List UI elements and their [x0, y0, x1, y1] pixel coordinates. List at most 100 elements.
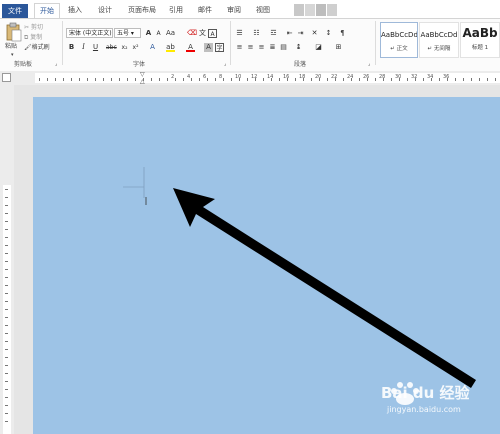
ribbon: 粘贴 ▾ ✂ 剪切 ⧉ 复制 🖌格式刷 剪贴板 ⌟ 宋体 (中文正文) 五号 ▾… — [0, 18, 500, 72]
line-spacing-icon[interactable]: ↨ — [294, 43, 303, 52]
multilevel-list-icon[interactable]: ☲ — [269, 29, 278, 38]
ruler-tick — [5, 285, 8, 286]
superscript-icon[interactable]: x² — [131, 43, 140, 52]
tab-mailings[interactable]: 邮件 — [194, 3, 216, 18]
copy-label: 复制 — [30, 34, 43, 41]
ruler-tick — [79, 78, 80, 81]
ruler-tick — [87, 78, 88, 81]
font-group-label: 字体 — [133, 61, 146, 68]
grow-font-icon[interactable]: A — [144, 29, 153, 38]
font-size-value: 五号 — [117, 30, 130, 37]
left-indent-icon[interactable]: △ — [140, 78, 145, 85]
ruler-scale: 2 4 6 8 10 12 14 16 18 20 22 24 26 28 30 32 34 36 — [35, 73, 500, 83]
font-name-combo[interactable]: 宋体 (中文正文) — [66, 28, 113, 38]
show-marks-icon[interactable]: ¶ — [338, 29, 347, 38]
tab-insert[interactable]: 插入 — [64, 3, 86, 18]
style-heading-1[interactable]: AaBb 标题 1 — [460, 22, 500, 58]
underline-icon[interactable]: U — [91, 43, 100, 52]
ruler-number: 16 — [283, 74, 290, 80]
ruler-number: 28 — [379, 74, 386, 80]
text-effects-icon[interactable]: A — [148, 43, 157, 52]
tab-page-layout[interactable]: 页面布局 — [123, 3, 161, 18]
tab-references[interactable]: 引用 — [165, 3, 187, 18]
group-divider — [375, 21, 376, 65]
style-no-spacing[interactable]: AaBbCcDd ↵ 无间隔 — [419, 22, 459, 58]
increase-indent-icon[interactable]: ⇥ — [296, 29, 305, 38]
align-center-icon[interactable]: ≡ — [246, 43, 255, 52]
format-painter-button[interactable]: 🖌格式刷 — [24, 43, 50, 52]
ruler-tick — [215, 78, 216, 81]
ruler-tick — [5, 237, 8, 238]
ruler-tick — [423, 78, 424, 81]
ruler-tick — [471, 78, 472, 81]
tab-view[interactable]: 视图 — [252, 3, 274, 18]
bold-icon[interactable]: B — [67, 43, 76, 52]
sort-icon[interactable]: ↕ — [324, 29, 333, 38]
dialog-launcher-icon[interactable]: ⌟ — [368, 60, 370, 69]
font-size-combo[interactable]: 五号 ▾ — [114, 28, 141, 38]
highlight-icon[interactable]: ab — [166, 43, 175, 52]
align-right-icon[interactable]: ≡ — [257, 43, 266, 52]
tab-home[interactable]: 开始 — [34, 3, 60, 19]
tab-file[interactable]: 文件 — [2, 4, 28, 18]
ruler-tick — [359, 78, 360, 81]
cut-label: 剪切 — [30, 24, 43, 31]
cut-button[interactable]: ✂ 剪切 — [24, 23, 43, 32]
ruler-tick — [5, 333, 8, 334]
ruler-tick — [479, 78, 480, 81]
tab-selector-icon[interactable] — [2, 73, 11, 82]
char-shading-icon[interactable]: A — [204, 43, 213, 52]
group-divider — [230, 21, 231, 65]
dialog-launcher-icon[interactable]: ⌟ — [224, 60, 226, 69]
align-left-icon[interactable]: ≡ — [235, 43, 244, 52]
ruler-tick — [111, 78, 112, 81]
vertical-ruler[interactable] — [0, 85, 14, 434]
clear-format-icon[interactable]: ⌫ — [187, 29, 197, 38]
change-case-icon[interactable]: Aa — [166, 29, 175, 38]
format-painter-label: 格式刷 — [31, 44, 50, 51]
strikethrough-icon[interactable]: abc — [106, 43, 117, 52]
chinese-layout-icon[interactable]: ✕ — [310, 29, 319, 38]
ruler-tick — [183, 78, 184, 81]
numbering-icon[interactable]: ☷ — [252, 29, 261, 38]
enclose-char-icon[interactable]: 字 — [215, 43, 224, 52]
italic-icon[interactable]: I — [79, 43, 88, 52]
ruler-number: 22 — [331, 74, 338, 80]
decrease-indent-icon[interactable]: ⇤ — [285, 29, 294, 38]
ruler-tick — [5, 189, 8, 190]
tab-review[interactable]: 审阅 — [223, 3, 245, 18]
shrink-font-icon[interactable]: A — [154, 29, 163, 38]
phonetic-guide-icon[interactable]: 文 — [198, 29, 207, 38]
copy-button[interactable]: ⧉ 复制 — [24, 33, 42, 42]
style-name: ↵ 无间隔 — [427, 46, 451, 52]
arrow-icon — [173, 188, 476, 388]
ruler-scale — [3, 185, 11, 434]
subscript-icon[interactable]: x₂ — [120, 43, 129, 52]
document-page[interactable]: Bai du 经验 jingyan.baidu.com — [33, 97, 500, 434]
ruler-tick — [5, 301, 8, 302]
char-border-icon[interactable]: A — [208, 29, 217, 38]
indent-marker-icon[interactable]: ▽ — [140, 71, 145, 78]
chevron-down-icon[interactable]: ▾ — [11, 51, 14, 60]
style-name: ↵ 正文 — [390, 46, 408, 52]
borders-icon[interactable]: ⊞ — [334, 43, 343, 52]
font-color-icon[interactable]: A — [186, 43, 195, 52]
blurred-area — [327, 4, 337, 16]
ruler-tick — [199, 78, 200, 81]
dialog-launcher-icon[interactable]: ⌟ — [55, 60, 57, 69]
distributed-icon[interactable]: ▤ — [279, 43, 288, 52]
tab-design[interactable]: 设计 — [94, 3, 116, 18]
ruler-tick — [159, 78, 160, 81]
ruler-tick — [5, 197, 8, 198]
shading-icon[interactable]: ◪ — [314, 43, 323, 52]
horizontal-ruler[interactable]: 2 4 6 8 10 12 14 16 18 20 22 24 26 28 30 32 34 36 ▽ △ — [0, 71, 500, 85]
bullets-icon[interactable]: ☰ — [235, 29, 244, 38]
justify-icon[interactable]: ≣ — [268, 43, 277, 52]
ruler-number: 18 — [299, 74, 306, 80]
ruler-tick — [463, 78, 464, 81]
paste-button[interactable] — [4, 22, 22, 42]
ruler-tick — [207, 78, 208, 81]
style-normal[interactable]: AaBbCcDd ↵ 正文 — [380, 22, 418, 58]
ruler-number: 14 — [267, 74, 274, 80]
blurred-area — [294, 4, 304, 16]
